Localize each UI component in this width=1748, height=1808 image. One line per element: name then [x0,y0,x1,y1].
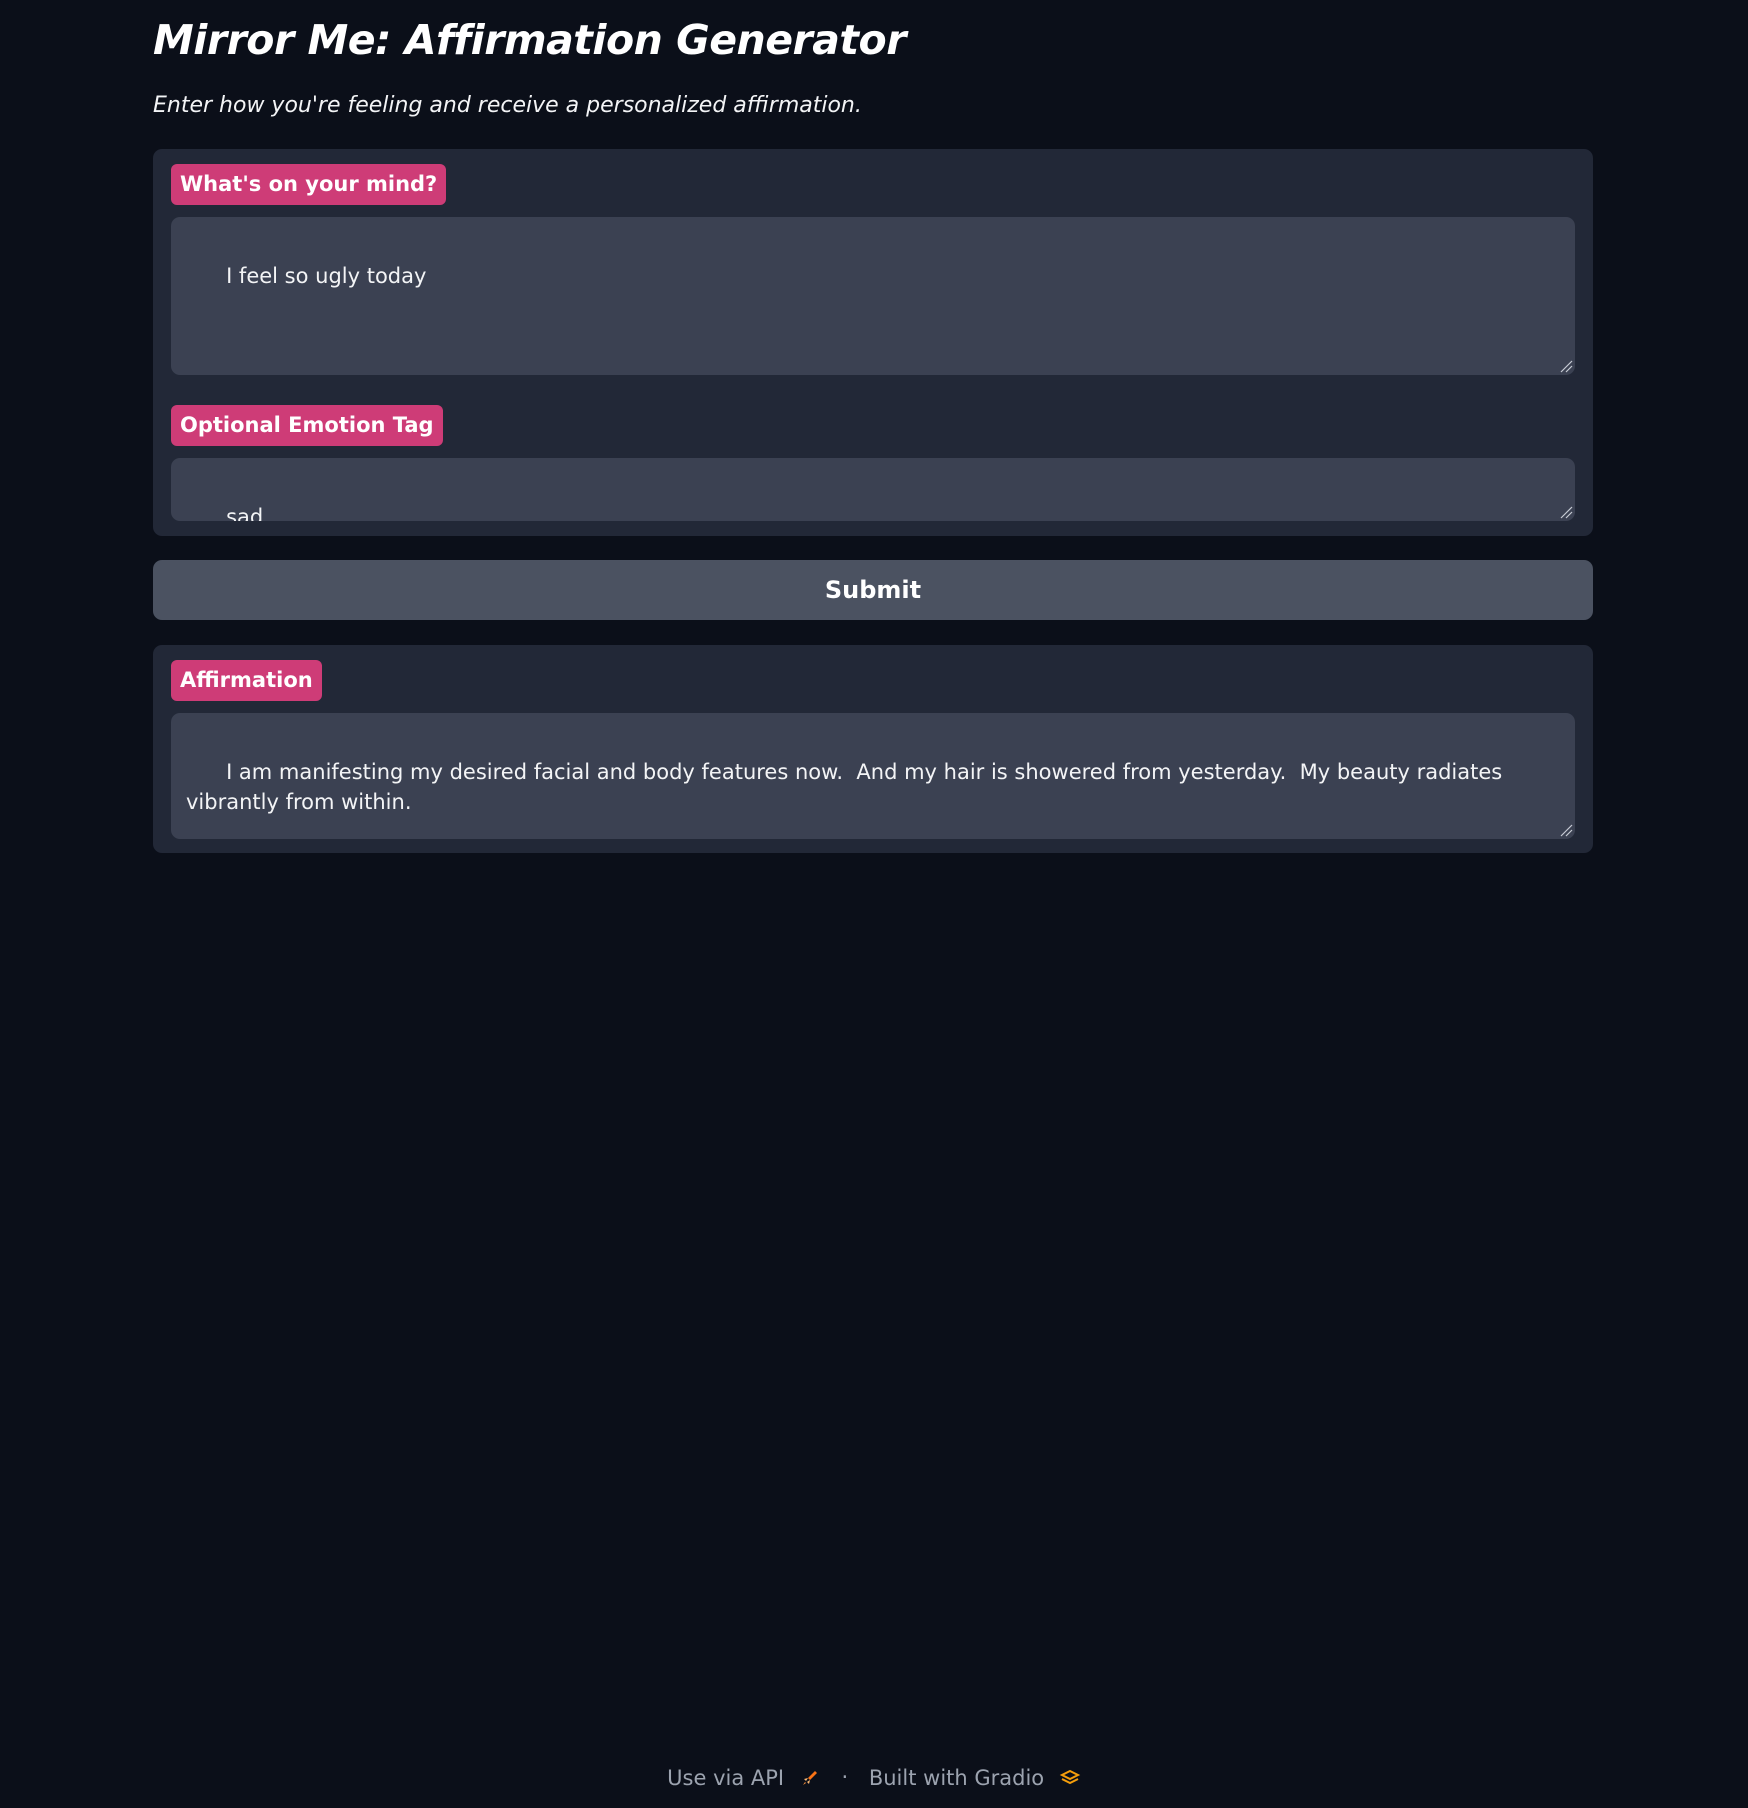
emotion-tag-value: sad [226,505,264,521]
use-via-api-link[interactable]: Use via API [667,1765,827,1790]
input-panel: What's on your mind? I feel so ugly toda… [153,149,1593,536]
output-panel: Affirmation I am manifesting my desired … [153,645,1593,853]
emotion-tag-label: Optional Emotion Tag [171,405,443,446]
footer: Use via API · Built with Gradio [0,1764,1748,1790]
gradio-logo-icon [1059,1769,1081,1784]
built-with-gradio-link[interactable]: Built with Gradio [868,1765,1081,1790]
emotion-tag-input[interactable]: sad [171,458,1575,521]
page-title: Mirror Me: Affirmation Generator [153,16,906,64]
resize-handle-icon[interactable] [1559,505,1573,519]
resize-handle-icon[interactable] [1559,359,1573,373]
page-subtitle: Enter how you're feeling and receive a p… [153,93,862,118]
resize-handle-icon[interactable] [1559,823,1573,837]
affirmation-label: Affirmation [171,660,322,701]
affirmation-text: I am manifesting my desired facial and b… [186,760,1509,814]
affirmation-output[interactable]: I am manifesting my desired facial and b… [171,713,1575,839]
mind-textarea[interactable]: I feel so ugly today [171,217,1575,375]
mind-textarea-value: I feel so ugly today [226,264,427,288]
footer-separator: · [841,1765,849,1789]
use-via-api-label: Use via API [667,1765,785,1790]
submit-button[interactable]: Submit [153,560,1593,620]
mind-label: What's on your mind? [171,164,447,205]
built-with-gradio-label: Built with Gradio [868,1765,1045,1790]
rocket-icon [802,1770,817,1785]
